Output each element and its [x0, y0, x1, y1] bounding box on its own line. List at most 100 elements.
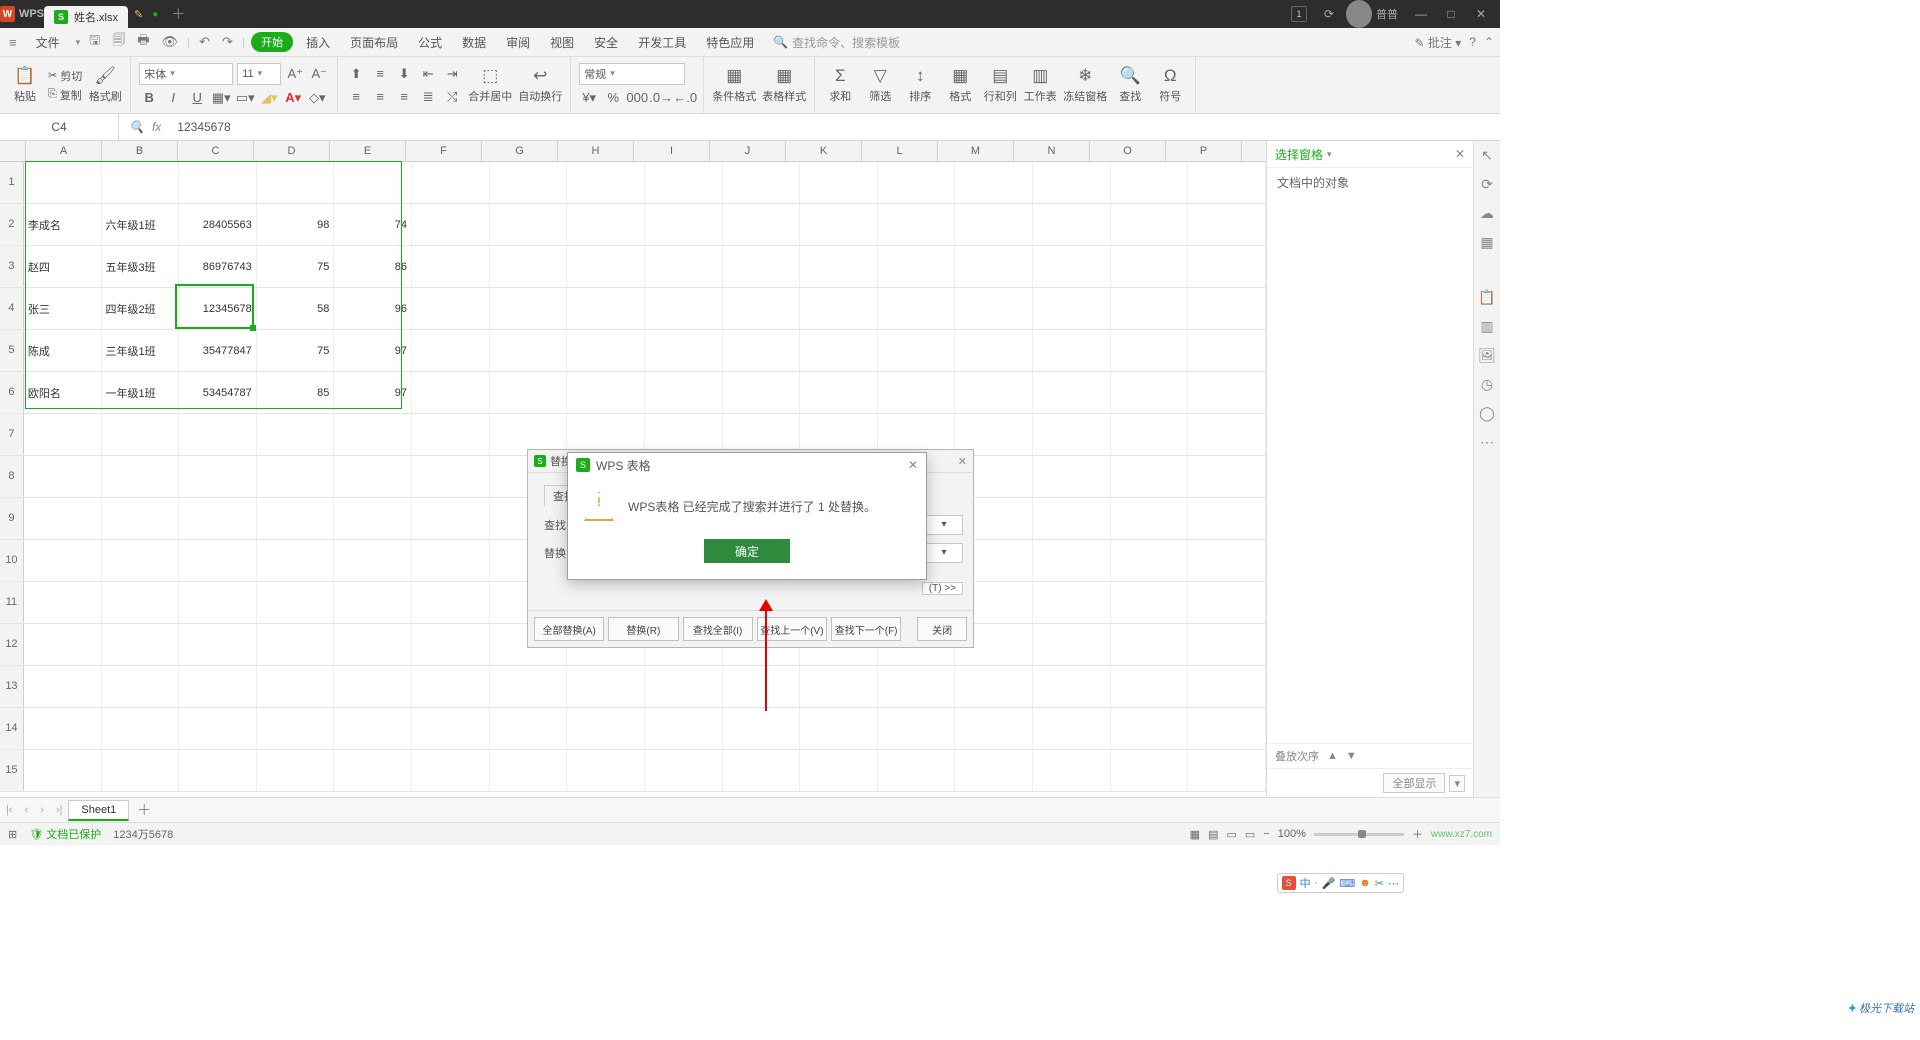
row-header[interactable]: 6	[0, 372, 24, 413]
tab-insert[interactable]: 插入	[299, 32, 337, 53]
ime-toolbar[interactable]: S中⸱🎤⌨☻✂⋯	[1277, 873, 1404, 893]
cell[interactable]	[102, 162, 180, 203]
cell[interactable]	[955, 330, 1033, 371]
row-header[interactable]: 4	[0, 288, 24, 329]
cell[interactable]	[1033, 204, 1111, 245]
cell[interactable]: 53454787	[179, 372, 257, 413]
annotate-button[interactable]: ✎ 批注 ▾	[1414, 34, 1461, 51]
find-options-dd[interactable]: ▾	[925, 515, 963, 535]
cell[interactable]	[1111, 246, 1189, 287]
cell[interactable]	[179, 498, 257, 539]
cell[interactable]	[257, 666, 335, 707]
cell[interactable]	[1188, 624, 1266, 665]
sheet-prev-icon[interactable]: ‹	[19, 804, 35, 816]
cell[interactable]	[490, 204, 568, 245]
cell[interactable]	[878, 708, 956, 749]
cloud-icon[interactable]: ☁	[1480, 205, 1494, 222]
cell[interactable]	[1111, 708, 1189, 749]
cell[interactable]	[334, 624, 412, 665]
cell[interactable]	[1188, 330, 1266, 371]
find-dlg-btn-4[interactable]: 查找下一个(F)	[831, 617, 901, 641]
symbol-button[interactable]: Ω符号	[1153, 66, 1187, 104]
show-all-dd[interactable]: ▾	[1449, 775, 1465, 792]
sheet-first-icon[interactable]: |‹	[0, 804, 19, 816]
image-icon[interactable]: 🖼	[1478, 347, 1496, 364]
cell[interactable]	[645, 330, 723, 371]
clipboard-icon[interactable]: 📋	[1478, 289, 1495, 306]
tab-formula[interactable]: 公式	[411, 32, 449, 53]
cell[interactable]	[1111, 624, 1189, 665]
cell[interactable]	[412, 498, 490, 539]
cell[interactable]	[102, 540, 180, 581]
autosum-button[interactable]: Σ求和	[823, 66, 857, 104]
file-menu[interactable]: 文件	[26, 32, 70, 53]
cell[interactable]	[412, 372, 490, 413]
cell[interactable]	[412, 330, 490, 371]
more-tools-icon[interactable]: ⋯	[1480, 434, 1494, 451]
save-icon[interactable]: 🖫	[86, 31, 103, 53]
cell[interactable]: 28405563	[179, 204, 257, 245]
cell[interactable]: 96	[334, 288, 412, 329]
grow-font-icon[interactable]: A⁺	[285, 64, 305, 84]
cell[interactable]	[1111, 414, 1189, 455]
cell[interactable]	[1111, 750, 1189, 791]
cell[interactable]	[645, 750, 723, 791]
cell[interactable]	[723, 162, 801, 203]
cell[interactable]	[490, 372, 568, 413]
sort-button[interactable]: ↕排序	[903, 66, 937, 104]
reading-mode-icon[interactable]: ▭	[1245, 828, 1255, 841]
history-icon[interactable]: ◷	[1481, 376, 1493, 393]
format-painter-button[interactable]: 🖌格式刷	[88, 66, 122, 104]
send-back-icon[interactable]: ▼	[1346, 750, 1357, 762]
cell[interactable]: 六年级1班	[102, 204, 180, 245]
cell[interactable]	[257, 624, 335, 665]
cell[interactable]: 张三	[24, 288, 102, 329]
redo-icon[interactable]: ↷	[219, 34, 236, 50]
cell[interactable]	[412, 750, 490, 791]
cell[interactable]	[102, 498, 180, 539]
row-header[interactable]: 11	[0, 582, 24, 623]
cell[interactable]	[490, 666, 568, 707]
cell[interactable]	[1033, 750, 1111, 791]
cell[interactable]	[412, 204, 490, 245]
row-header[interactable]: 3	[0, 246, 24, 287]
cell[interactable]	[24, 456, 102, 497]
cell[interactable]	[955, 750, 1033, 791]
cell[interactable]	[102, 708, 180, 749]
cell[interactable]	[800, 330, 878, 371]
cell[interactable]	[102, 624, 180, 665]
indent-dec-icon[interactable]: ⇤	[418, 64, 438, 84]
pin-icon[interactable]: ✎	[128, 8, 149, 21]
cell[interactable]	[412, 414, 490, 455]
cell[interactable]	[1033, 288, 1111, 329]
merge-center-button[interactable]: ⬚合并居中	[468, 66, 512, 104]
cell[interactable]: 75	[257, 246, 335, 287]
cell[interactable]	[1033, 372, 1111, 413]
find-dlg-btn-3[interactable]: 查找上一个(V)	[757, 617, 827, 641]
cell[interactable]	[412, 246, 490, 287]
show-all-button[interactable]: 全部显示	[1383, 773, 1445, 793]
cell[interactable]: 97	[334, 372, 412, 413]
cell[interactable]	[412, 540, 490, 581]
cell[interactable]	[567, 708, 645, 749]
cell[interactable]	[878, 204, 956, 245]
row-header[interactable]: 12	[0, 624, 24, 665]
select-all-corner[interactable]	[0, 141, 26, 161]
more-options-button[interactable]: (T) >>	[922, 582, 963, 595]
cell[interactable]	[24, 540, 102, 581]
msg-close-icon[interactable]: ✕	[908, 458, 918, 472]
cell[interactable]	[334, 414, 412, 455]
cell[interactable]	[567, 288, 645, 329]
cell[interactable]: 陈成	[24, 330, 102, 371]
cell[interactable]	[1033, 708, 1111, 749]
italic-icon[interactable]: I	[163, 88, 183, 108]
cell[interactable]	[1033, 498, 1111, 539]
col-header[interactable]: N	[1014, 141, 1090, 161]
cell[interactable]	[412, 582, 490, 623]
tab-layout[interactable]: 页面布局	[343, 32, 405, 53]
cell[interactable]	[24, 498, 102, 539]
copy-button[interactable]: ⎘ 复制	[48, 87, 82, 103]
cell[interactable]	[102, 582, 180, 623]
cell[interactable]	[1111, 582, 1189, 623]
cell[interactable]	[645, 708, 723, 749]
